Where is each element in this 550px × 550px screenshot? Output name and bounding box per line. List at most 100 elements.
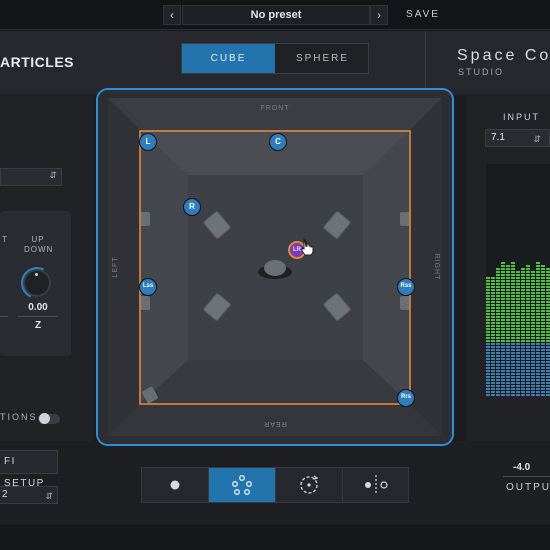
meter-segment — [531, 271, 535, 273]
room-view[interactable]: FRONT REAR LEFT RIGHT L C R Lss Rss Rrs … — [96, 88, 454, 446]
meter-segment — [501, 283, 505, 285]
meter-segment — [516, 271, 520, 273]
meter-segment — [501, 358, 505, 360]
meter-segment — [531, 313, 535, 315]
meter-segment — [541, 385, 545, 387]
meter-segment — [521, 343, 525, 345]
speaker-node-r[interactable]: R — [183, 198, 201, 216]
meter-segment — [526, 295, 530, 297]
meter-segment — [536, 310, 540, 312]
meter-segment — [491, 346, 495, 348]
speaker-node-c[interactable]: C — [269, 133, 287, 151]
left-dropdown[interactable]: ⇵ — [0, 168, 62, 186]
speaker-node-rss[interactable]: Rss — [397, 278, 415, 296]
meter-segment — [516, 376, 520, 378]
meter-segment — [506, 271, 510, 273]
meter-segment — [511, 373, 515, 375]
right-wall-label: RIGHT — [433, 254, 440, 281]
meter-segment — [546, 388, 550, 390]
meter-segment — [501, 298, 505, 300]
wall-speaker — [140, 296, 150, 310]
meter-segment — [491, 307, 495, 309]
meter-segment — [546, 355, 550, 357]
meter-segment — [521, 316, 525, 318]
output-value[interactable]: -4.0 — [513, 462, 530, 473]
speaker-node-l[interactable]: L — [139, 133, 157, 151]
setup-select[interactable]: 2 ⇵ — [0, 486, 58, 504]
meter-segment — [536, 319, 540, 321]
meter-segment — [491, 340, 495, 342]
speaker-node-rrs[interactable]: Rrs — [397, 389, 415, 407]
meter-segment — [491, 385, 495, 387]
meter-segment — [546, 340, 550, 342]
meter-segment — [496, 298, 500, 300]
meter-segment — [511, 361, 515, 363]
meter-segment — [531, 304, 535, 306]
meter-segment — [531, 301, 535, 303]
next-preset-button[interactable]: › — [370, 5, 388, 25]
meter-segment — [546, 322, 550, 324]
tab-sphere[interactable]: SPHERE — [276, 44, 369, 73]
prev-preset-button[interactable]: ‹ — [163, 5, 181, 25]
meter-segment — [491, 388, 495, 390]
meter-segment — [491, 325, 495, 327]
setup-button[interactable]: FI SETUP — [0, 450, 58, 489]
tool-single-point[interactable] — [142, 468, 208, 502]
meter-segment — [506, 295, 510, 297]
meter-segment — [501, 277, 505, 279]
tool-mirror[interactable] — [343, 468, 409, 502]
meter-segment — [486, 382, 490, 384]
meter-segment — [511, 280, 515, 282]
meter-segment — [531, 373, 535, 375]
save-button[interactable]: SAVE — [396, 5, 450, 25]
meter-segment — [541, 346, 545, 348]
meter-segment — [521, 289, 525, 291]
meter-segment — [486, 334, 490, 336]
tool-rotate[interactable] — [276, 468, 342, 502]
meter-segment — [516, 313, 520, 315]
meter-segment — [546, 295, 550, 297]
meter-segment — [511, 331, 515, 333]
meter-segment — [516, 322, 520, 324]
meter-segment — [546, 370, 550, 372]
meter-segment — [496, 322, 500, 324]
meter-segment — [516, 373, 520, 375]
tool-multi-point[interactable] — [209, 468, 275, 502]
meter-segment — [541, 295, 545, 297]
meter-segment — [541, 364, 545, 366]
tab-cube[interactable]: CUBE — [182, 44, 275, 73]
z-value[interactable]: 0.00 — [22, 302, 54, 313]
meter-segment — [521, 310, 525, 312]
meter-segment — [496, 301, 500, 303]
meter-segment — [516, 382, 520, 384]
meter-segment — [516, 295, 520, 297]
meter-segment — [536, 349, 540, 351]
meter-segment — [491, 355, 495, 357]
multi-dot-icon — [232, 475, 252, 495]
meter-segment — [531, 349, 535, 351]
meter-segment — [496, 286, 500, 288]
meter-segment — [541, 361, 545, 363]
meter-segment — [491, 319, 495, 321]
z-knob-indicator — [35, 273, 38, 276]
wall-speaker — [400, 296, 410, 310]
meter-segment — [526, 349, 530, 351]
meter-segment — [526, 376, 530, 378]
meter-segment — [491, 292, 495, 294]
meter-segment — [506, 277, 510, 279]
meter-segment — [506, 328, 510, 330]
meter-segment — [501, 385, 505, 387]
meter-segment — [531, 331, 535, 333]
input-format-select[interactable]: 7.1 ⇵ — [485, 129, 550, 147]
meter-segment — [546, 310, 550, 312]
preset-name[interactable]: No preset — [182, 5, 370, 25]
meter-segment — [541, 304, 545, 306]
front-wall — [108, 98, 442, 130]
header-divider — [425, 31, 426, 96]
meter-segment — [501, 268, 505, 270]
meter-segment — [506, 367, 510, 369]
speaker-node-lss[interactable]: Lss — [139, 278, 157, 296]
meter-segment — [546, 337, 550, 339]
meter-segment — [526, 388, 530, 390]
meter-segment — [491, 394, 495, 396]
